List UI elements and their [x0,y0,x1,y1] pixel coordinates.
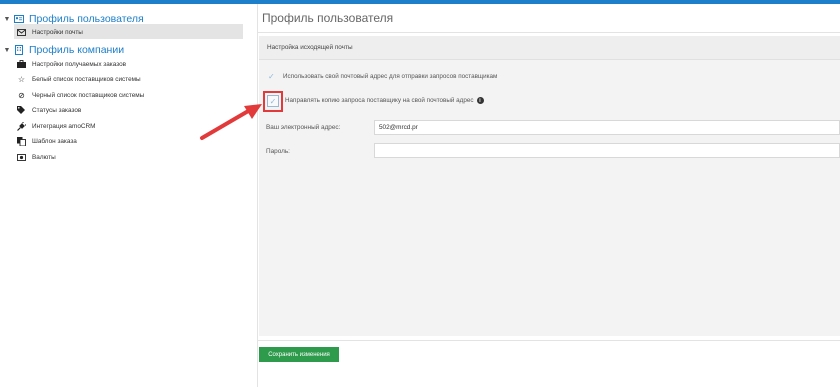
caret-down-icon[interactable]: ▼ [2,47,12,54]
password-label: Пароль: [266,148,290,155]
tags-icon [17,106,26,115]
annotation-arrow-icon [200,104,262,140]
page-title: Профиль пользователя [262,11,394,25]
email-label: Ваш электронный адрес: [266,124,341,131]
divider [257,340,840,341]
sidebar-item-received-orders[interactable]: Настройки получаемых заказов [17,57,126,71]
sidebar-item-label: Статусы заказов [32,106,82,114]
ban-icon: ⊘ [18,90,25,100]
use-own-email-label: Использовать свой почтовый адрес для отп… [283,73,498,80]
sidebar-item-label: Настройки получаемых заказов [32,60,127,68]
send-copy-label: Направлять копию запроса поставщику на с… [285,97,474,104]
money-icon [17,153,26,162]
sidebar-item-mail-settings[interactable]: Настройки почты [17,25,83,39]
annotation-highlight-box [263,91,283,112]
info-icon[interactable]: i [476,97,484,104]
sidebar-group-company-profile[interactable]: ▼ Профиль компании [0,42,125,58]
sidebar-group-label: Профиль компании [29,44,125,56]
panel-title: Настройка исходящей почты [267,44,353,51]
divider [257,32,840,33]
sidebar-item-label: Белый список поставщиков системы [32,75,141,83]
star-icon: ☆ [17,74,26,84]
sidebar-group-label: Профиль пользователя [29,13,144,25]
panel-header: Настройка исходящей почты [259,36,840,60]
sidebar-item-label: Валюты [32,153,56,161]
copy-icon [17,136,26,146]
sidebar-item-label: Шаблон заказа [32,137,77,145]
sidebar-item-whitelist[interactable]: ☆ Белый список поставщиков системы [17,72,141,86]
plug-icon [17,121,26,131]
mail-settings-panel [259,36,840,336]
sidebar-item-order-template[interactable]: Шаблон заказа [17,134,77,148]
envelope-icon [17,28,26,37]
caret-down-icon[interactable]: ▼ [2,16,12,23]
use-own-email-option[interactable]: ✓ Использовать свой почтовый адрес для о… [268,72,497,81]
sidebar-item-amocrm[interactable]: Интеграция amoCRM [17,119,95,133]
briefcase-icon [17,60,26,69]
email-field[interactable]: 502@mrcd.pr [374,120,840,135]
sidebar-item-order-statuses[interactable]: Статусы заказов [17,103,81,117]
sidebar-item-label: Интеграция amoCRM [32,122,96,130]
sidebar-item-blacklist[interactable]: ⊘ Черный список поставщиков системы [17,88,144,102]
check-icon[interactable]: ✓ [268,72,278,81]
save-button[interactable]: Сохранить изменения [259,347,339,362]
sidebar-item-label: Настройки почты [32,28,83,36]
id-card-icon [14,15,24,24]
sidebar-item-currencies[interactable]: Валюты [17,150,56,164]
building-icon [14,45,24,55]
sidebar-item-label: Черный список поставщиков системы [32,91,145,99]
send-copy-option[interactable]: Направлять копию запроса поставщику на с… [285,97,484,104]
password-field[interactable] [374,143,840,158]
